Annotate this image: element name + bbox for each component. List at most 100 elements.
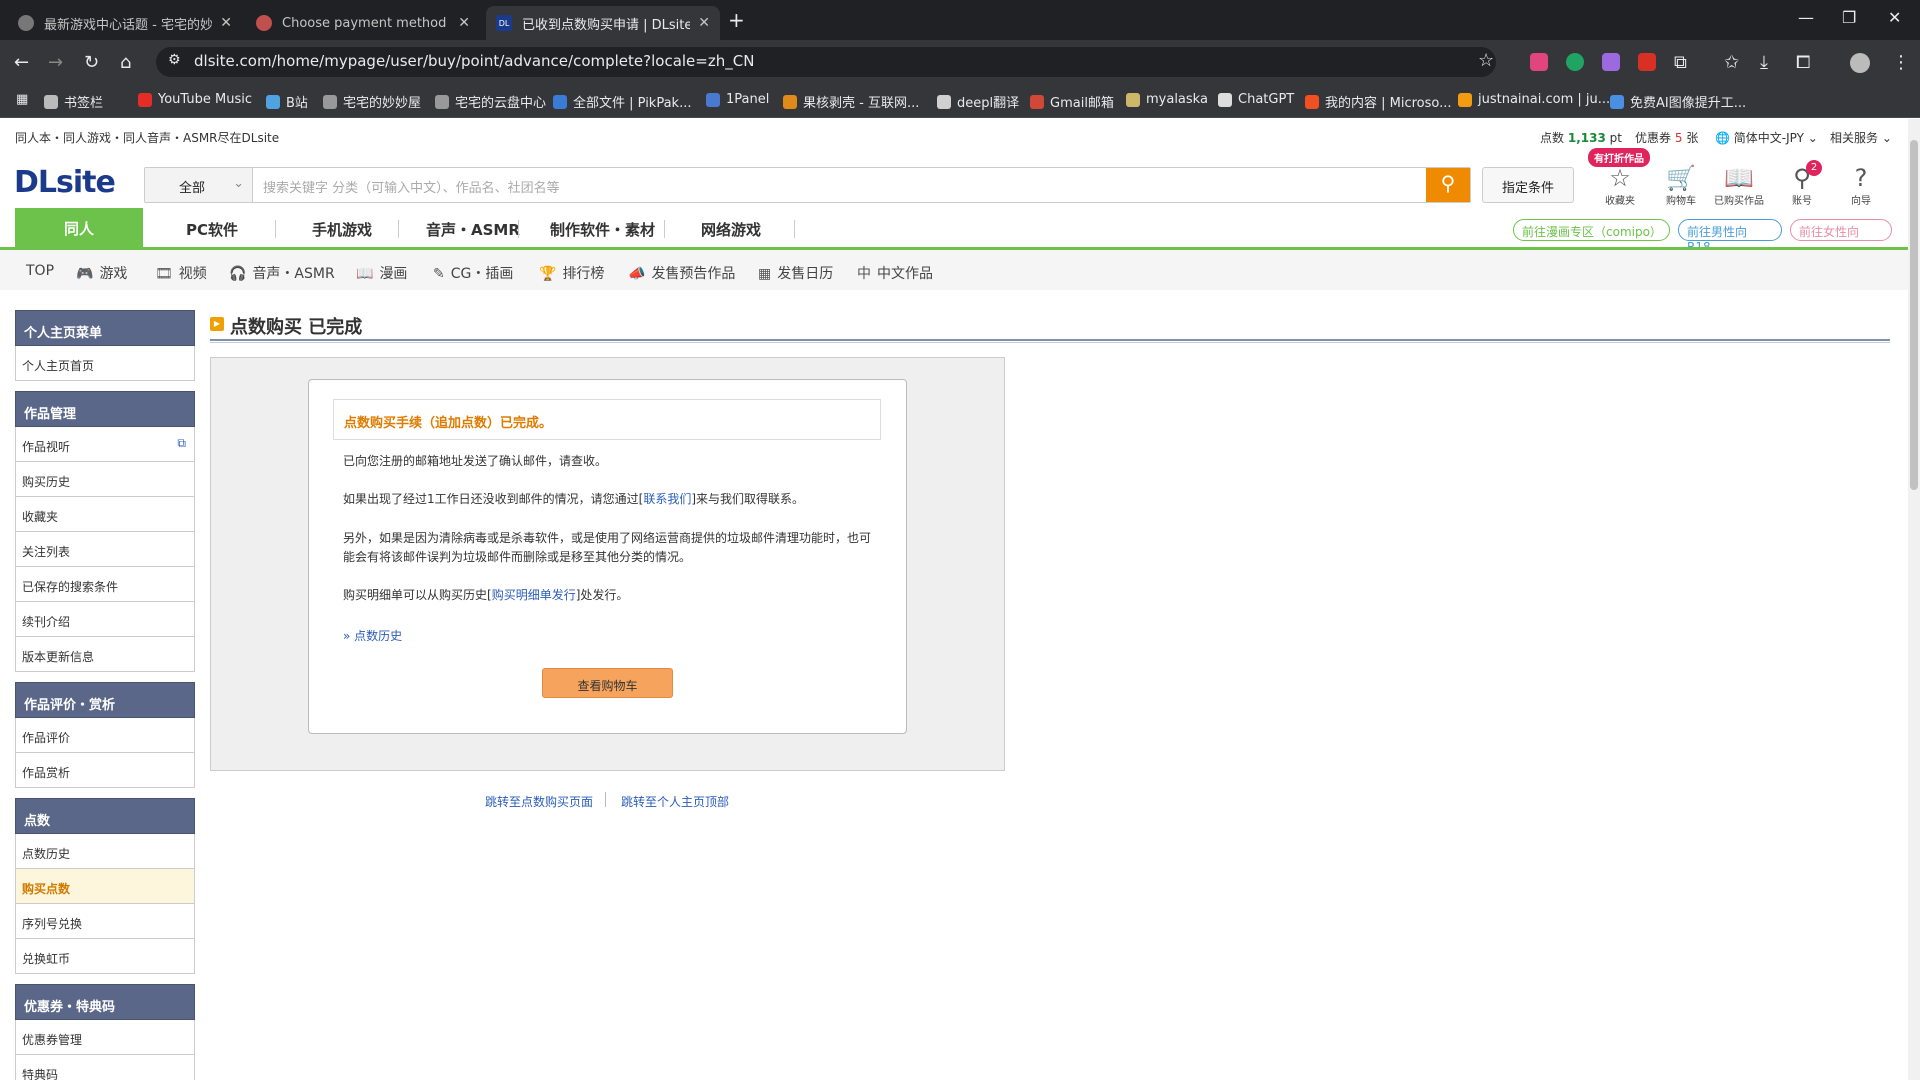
forward-icon[interactable]: →	[48, 52, 63, 73]
extensions-puzzle-icon[interactable]: ⧉	[1674, 52, 1687, 73]
sidebar-item[interactable]: 序列号兑换	[15, 904, 195, 939]
restore-icon[interactable]: ❐	[1842, 8, 1856, 27]
sidebar-item[interactable]: 续刊介绍	[15, 602, 195, 637]
bookmark-item[interactable]: YouTube Music	[138, 92, 252, 107]
browser-tab-1[interactable]: 最新游戏中心话题 - 宅宅的妙妙 ✕	[8, 6, 242, 40]
subnav-item[interactable]: ✎ CG・插画	[433, 263, 513, 283]
category-switch-pill[interactable]: 前往漫画专区（comipo）	[1513, 219, 1670, 241]
browser-tab-2[interactable]: Choose payment method - C ✕	[246, 6, 480, 40]
sidebar-item[interactable]: 购买历史	[15, 462, 195, 497]
sidebar-item[interactable]: 特典码	[15, 1055, 195, 1080]
points-balance[interactable]: 点数 1,133 pt	[1540, 129, 1622, 146]
scrollbar-thumb[interactable]	[1910, 140, 1918, 490]
search-category-select[interactable]: 全部 ⌄	[145, 168, 253, 202]
extension-red-icon[interactable]	[1638, 53, 1656, 71]
home-icon[interactable]: ⌂	[120, 52, 131, 73]
close-tab-icon[interactable]: ✕	[698, 15, 710, 31]
extension-pen-icon[interactable]	[1602, 53, 1620, 71]
extension-download-icon[interactable]	[1566, 53, 1584, 71]
sidebar-item[interactable]: 作品视听 ⧉	[15, 427, 195, 462]
sidebar-item[interactable]: 作品评价	[15, 718, 195, 753]
nav-item[interactable]: 手机游戏	[312, 219, 372, 240]
nav-dojin-active[interactable]: 同人	[15, 208, 143, 250]
favorites-icon[interactable]: ✩	[1724, 52, 1739, 73]
nav-item[interactable]: 制作软件・素材	[550, 219, 655, 240]
close-tab-icon[interactable]: ✕	[220, 15, 232, 31]
close-tab-icon[interactable]: ✕	[458, 15, 470, 31]
bookmark-label: ChatGPT	[1238, 92, 1295, 107]
header-cart-button[interactable]: 🛒 购物车	[1656, 164, 1706, 207]
address-bar[interactable]: ⚙ dlsite.com/home/mypage/user/buy/point/…	[156, 47, 1496, 77]
sidebar-item[interactable]: 已保存的搜索条件	[15, 567, 195, 602]
nav-item[interactable]: 网络游戏	[701, 219, 761, 240]
browser-tab-3-active[interactable]: DL 已收到点数购买申请 | DLsite 同 ✕	[486, 6, 720, 40]
sidebar-item[interactable]: 兑换虹币	[15, 939, 195, 974]
subnav-item[interactable]: 📖 漫画	[356, 263, 407, 283]
subnav-item[interactable]: 🎞 视频	[155, 263, 207, 283]
bookmark-item[interactable]: 宅宅的妙妙屋	[323, 92, 421, 111]
site-info-icon[interactable]: ⚙	[168, 52, 181, 68]
sidebar-item[interactable]: 作品赏析	[15, 753, 195, 788]
search-button[interactable]: ⚲	[1426, 168, 1470, 202]
category-switch-pill[interactable]: 前往女性向	[1790, 219, 1892, 241]
back-icon[interactable]: ←	[14, 52, 29, 73]
goto-mypage-top-link[interactable]: 跳转至个人主页顶部	[621, 793, 729, 810]
header-star-button[interactable]: ☆ 收藏夹	[1595, 164, 1645, 207]
bookmark-item[interactable]: justnainai.com | ju...	[1458, 92, 1610, 107]
sidebar-item[interactable]: 版本更新信息	[15, 637, 195, 672]
header-book-button[interactable]: 📖 已购买作品	[1714, 164, 1764, 207]
subnav-item[interactable]: 🏆 排行榜	[539, 263, 604, 283]
bookmark-item[interactable]: myalaska	[1126, 92, 1208, 107]
bookmark-item[interactable]: 果核剥壳 - 互联网...	[783, 92, 919, 111]
locale-selector[interactable]: 🌐 简体中文-JPY ⌄	[1715, 129, 1818, 146]
minimize-icon[interactable]: —	[1798, 8, 1814, 27]
subnav-item[interactable]: 🎮 游戏	[76, 263, 127, 283]
close-window-icon[interactable]: ✕	[1888, 8, 1901, 27]
sidebar-item[interactable]: 收藏夹	[15, 497, 195, 532]
bookmark-item[interactable]: Gmail邮箱	[1030, 92, 1114, 111]
dlsite-logo[interactable]: DLsite	[14, 165, 116, 200]
bookmark-item[interactable]: 宅宅的云盘中心	[435, 92, 546, 111]
bookmark-item[interactable]: 书签栏	[44, 92, 103, 111]
coupon-count[interactable]: 优惠券 5 张	[1635, 129, 1698, 146]
nav-item[interactable]: PC软件	[186, 219, 238, 240]
contact-us-link[interactable]: 联系我们	[643, 492, 691, 506]
apps-grid-icon[interactable]: ▦	[16, 92, 28, 107]
sidebar-item[interactable]: 点数历史	[15, 834, 195, 869]
subnav-item[interactable]: TOP	[26, 263, 54, 279]
search-input[interactable]: 搜索关键字 分类（可输入中文）、作品名、社团名等	[263, 177, 560, 196]
bookmark-star-icon[interactable]: ☆	[1478, 50, 1494, 71]
nav-item[interactable]: 音声・ASMR	[426, 219, 520, 240]
point-history-link[interactable]: » 点数历史	[343, 627, 402, 644]
reload-icon[interactable]: ↻	[84, 52, 99, 73]
subnav-item[interactable]: 🎧 音声・ASMR	[229, 263, 335, 283]
category-switch-pill[interactable]: 前往男性向 R18	[1678, 219, 1782, 254]
bookmark-item[interactable]: B站	[266, 92, 308, 111]
bookmark-item[interactable]: 免费AI图像提升工...	[1610, 92, 1746, 111]
extension-translate-icon[interactable]	[1530, 53, 1548, 71]
bookmark-item[interactable]: deepl翻译	[937, 92, 1019, 111]
downloads-icon[interactable]: ⤓	[1760, 52, 1768, 73]
tab-search-icon[interactable]: ⧠	[1796, 52, 1810, 73]
profile-avatar[interactable]	[1850, 53, 1870, 73]
sidebar-item[interactable]: 关注列表	[15, 532, 195, 567]
header-help-button[interactable]: ? 向导	[1836, 164, 1886, 207]
bookmark-item[interactable]: 1Panel	[706, 92, 769, 107]
subnav-item[interactable]: 📣 发售预告作品	[628, 263, 735, 283]
bookmark-item[interactable]: 全部文件 | PikPak...	[553, 92, 692, 111]
menu-dots-icon[interactable]: ⋮	[1892, 52, 1910, 73]
bookmark-item[interactable]: 我的内容 | Microso...	[1305, 92, 1452, 111]
filter-conditions-button[interactable]: 指定条件	[1482, 167, 1574, 203]
goto-point-purchase-link[interactable]: 跳转至点数购买页面	[485, 793, 593, 810]
related-services-menu[interactable]: 相关服务 ⌄	[1830, 129, 1892, 146]
bookmark-favicon-icon	[553, 94, 567, 109]
subnav-item[interactable]: 中中文作品	[857, 263, 933, 283]
sidebar-item[interactable]: 个人主页首页	[15, 346, 195, 381]
bookmark-item[interactable]: ChatGPT	[1218, 92, 1294, 107]
sidebar-item[interactable]: 优惠券管理	[15, 1020, 195, 1055]
view-cart-button[interactable]: 查看购物车	[542, 668, 673, 698]
sidebar-item[interactable]: 购买点数	[15, 869, 195, 904]
subnav-item[interactable]: ▦ 发售日历	[758, 263, 833, 283]
new-tab-button[interactable]: +	[728, 8, 745, 32]
receipt-issue-link[interactable]: 购买明细单发行	[492, 588, 576, 602]
